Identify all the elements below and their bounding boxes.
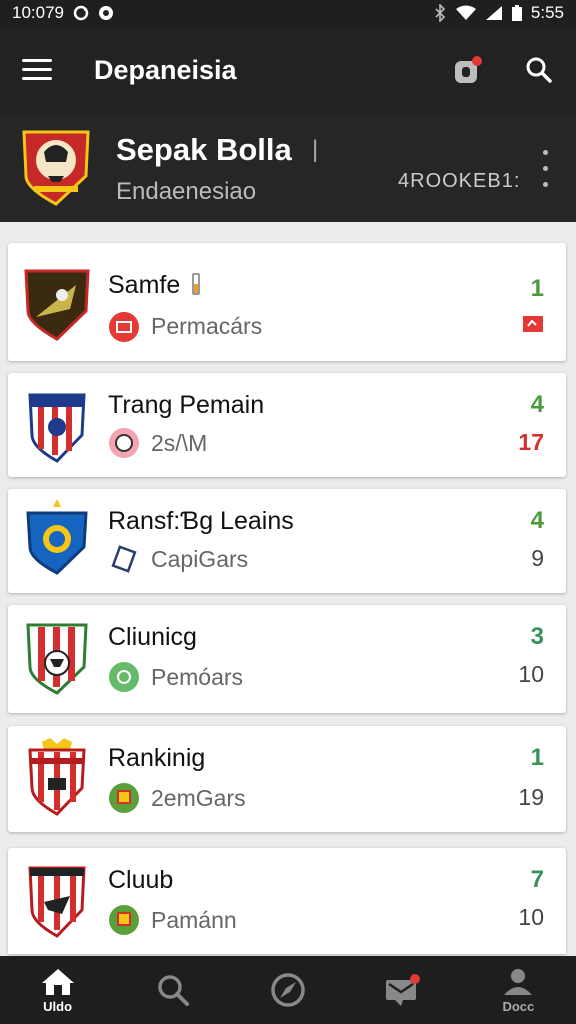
notification-badge-icon: [455, 56, 482, 83]
card-title: Samfe: [108, 271, 201, 300]
trophy-icon: [109, 783, 139, 813]
stats-icon: [109, 312, 139, 342]
list-item[interactable]: Trang Pemain 2s/\M 4 17: [8, 373, 566, 477]
nav-home[interactable]: Uldo: [18, 956, 98, 1024]
club-crest-icon: [28, 866, 86, 938]
status-time: 10:07: [12, 3, 55, 22]
list-item[interactable]: Samfe Permacárs 1: [8, 243, 566, 361]
card-title: Cluub: [108, 866, 174, 894]
bottom-nav: Uldo Docc: [0, 956, 576, 1024]
card-value: 10: [518, 661, 544, 687]
tag-diamond-icon: [111, 545, 137, 573]
club-crest-icon: [26, 499, 88, 575]
wifi-icon: [455, 5, 476, 20]
card-title: Rankinig: [108, 744, 206, 772]
app-title: Depaneisia: [94, 54, 237, 85]
card-subtitle: Permacárs: [151, 313, 263, 339]
nav-home-label: Uldo: [43, 998, 73, 1014]
tag-icon: [192, 273, 201, 295]
team-header: Sepak Bolla | Endaenesiao 4ROOKEB1:: [0, 114, 576, 222]
compass-icon: [271, 973, 305, 1007]
signal-icon: [485, 6, 502, 20]
bluetooth-icon: [435, 4, 446, 22]
search-button[interactable]: [524, 55, 554, 85]
card-value: 17: [518, 429, 544, 455]
team-name-cursor: |: [312, 136, 319, 163]
list-item[interactable]: Rankinig 2emGars 1 19: [8, 726, 566, 832]
search-icon: [158, 975, 189, 1006]
nav-search[interactable]: [133, 956, 213, 1024]
nav-explore[interactable]: [248, 956, 328, 1024]
search-icon: [526, 57, 552, 83]
card-subtitle: Pamánn: [151, 907, 237, 933]
club-crest-icon: [26, 623, 88, 695]
app-bar: Depaneisia: [0, 26, 576, 114]
ball-icon: [109, 428, 139, 458]
pitch-icon: [109, 662, 139, 692]
status-clock-right: 5:55: [530, 3, 564, 22]
notifications-button[interactable]: [452, 55, 482, 85]
status-left: 10:07 9: [12, 3, 114, 23]
list-item[interactable]: Ransf:Ɓg Leains CapiGars 4 9: [8, 489, 566, 593]
team-subtitle: Endaenesiao: [116, 178, 257, 205]
battery-icon: [511, 5, 522, 21]
card-count: 1: [530, 275, 544, 302]
nav-messages[interactable]: [363, 956, 443, 1024]
card-title-text: Samfe: [108, 271, 181, 299]
card-value: 9: [531, 545, 544, 571]
nav-profile[interactable]: Docc: [478, 956, 558, 1024]
status-right: 5:55: [433, 3, 564, 23]
menu-icon[interactable]: [22, 59, 54, 81]
sync-icon: [73, 5, 89, 21]
card-count: 4: [530, 391, 544, 418]
team-crest-icon: [22, 130, 90, 206]
card-title: Cliunicg: [108, 623, 197, 651]
trophy-icon: [109, 905, 139, 935]
message-icon: [386, 974, 421, 1006]
home-icon: [41, 968, 74, 995]
flag-icon: [523, 316, 543, 332]
more-options-icon[interactable]: [540, 148, 552, 192]
card-title: Trang Pemain: [108, 391, 265, 419]
card-count: 3: [530, 623, 544, 650]
club-crest-icon: [28, 393, 86, 463]
list-item[interactable]: Cluub Pamánn 7 10: [8, 848, 566, 954]
card-subtitle: 2s/\M: [151, 430, 208, 456]
nav-profile-label: Docc: [502, 998, 535, 1014]
profile-icon: [504, 968, 533, 995]
club-crest-icon: [24, 269, 90, 341]
card-value: 19: [518, 784, 544, 810]
card-count: 7: [530, 866, 544, 893]
card-subtitle: Pemóars: [151, 664, 244, 690]
status-bar: 10:07 9 5:55: [0, 0, 576, 26]
notification-dot-icon: [99, 6, 114, 20]
card-subtitle: CapiGars: [151, 546, 249, 572]
card-value: 10: [518, 904, 544, 930]
card-title: Ransf:Ɓg Leains: [108, 507, 294, 535]
club-crest-icon: [28, 738, 86, 816]
card-count: 1: [530, 744, 544, 771]
team-code: 4ROOKEB1:: [398, 170, 521, 192]
list-item[interactable]: Cliunicg Pemóars 3 10: [8, 605, 566, 713]
card-subtitle: 2emGars: [151, 785, 246, 811]
status-time-suffix: 9: [54, 3, 65, 22]
team-name: Sepak Bolla: [116, 132, 292, 167]
card-count: 4: [530, 507, 544, 534]
